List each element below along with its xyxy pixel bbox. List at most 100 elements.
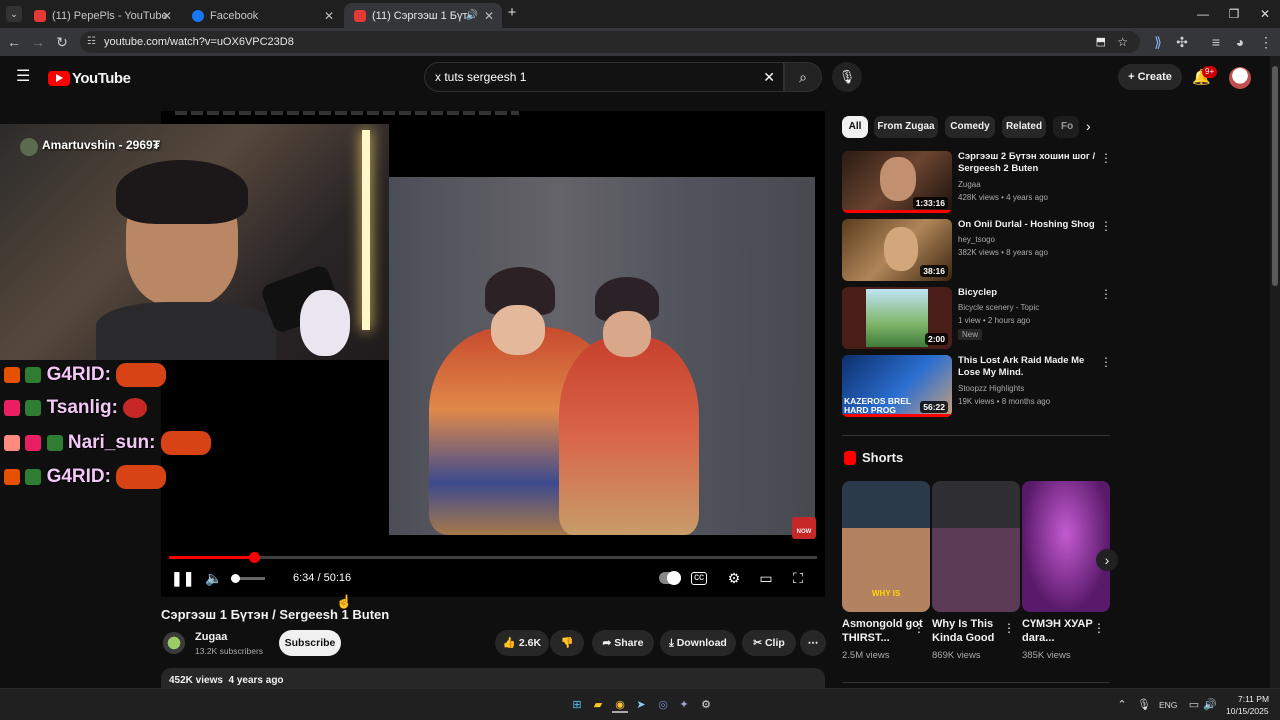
input-language[interactable]: ENG	[1159, 700, 1177, 710]
chip-related[interactable]: Related	[1002, 116, 1046, 138]
chat-badge-icon	[4, 469, 20, 485]
scrollbar-thumb[interactable]	[1272, 66, 1278, 286]
maximize-icon[interactable]: ❐	[1219, 4, 1249, 24]
bookmark-star-icon[interactable]: ☆	[1117, 31, 1128, 53]
short-thumbnail[interactable]	[932, 481, 1020, 612]
install-app-icon[interactable]: ⬒	[1096, 31, 1106, 53]
settings-gear-icon[interactable]: ⚙	[723, 567, 745, 589]
theater-mode-icon[interactable]: ▭	[755, 567, 777, 589]
clip-label: Clip	[764, 637, 785, 649]
more-vert-icon[interactable]: ⋮	[1100, 355, 1112, 369]
chip-all[interactable]: All	[842, 116, 868, 138]
reading-list-icon[interactable]: ≡	[1206, 32, 1226, 52]
new-tab-button[interactable]: +	[504, 5, 520, 21]
chevron-right-icon[interactable]: ›	[1086, 118, 1102, 136]
autoplay-toggle[interactable]	[659, 571, 681, 585]
shorts-next-button[interactable]: ›	[1096, 549, 1118, 571]
video-thumbnail: 1:33:16	[842, 151, 952, 213]
volume-icon[interactable]: 🔈	[203, 567, 225, 589]
download-button[interactable]: ⤓ Download	[660, 630, 736, 656]
like-button[interactable]: 👍 2.6K	[495, 630, 549, 656]
chat-emote-icon	[116, 363, 167, 387]
chip-fo[interactable]: Fo	[1053, 116, 1079, 138]
chrome-icon[interactable]: ◉	[612, 697, 628, 713]
subscribe-button[interactable]: Subscribe	[279, 630, 341, 656]
share-button[interactable]: ➦ Share	[592, 630, 654, 656]
steam-icon[interactable]: ➤	[633, 697, 649, 713]
chip-from-zugaa[interactable]: From Zugaa	[874, 116, 938, 138]
download-icon: ⤓	[669, 637, 677, 649]
clip-button[interactable]: ✂ Clip	[742, 630, 796, 656]
browser-tab-pepepls[interactable]: (11) PepePls - YouTube ✕	[24, 3, 180, 28]
volume-slider[interactable]	[231, 574, 265, 583]
create-button[interactable]: + Create	[1118, 64, 1182, 90]
chat-badge-icon	[4, 435, 20, 451]
clock-time[interactable]: 7:11 PM	[1238, 694, 1269, 704]
file-explorer-icon[interactable]: ▰	[590, 697, 606, 713]
page-scrollbar[interactable]	[1270, 56, 1280, 688]
duration-badge: 38:16	[920, 265, 948, 277]
chat-badge-icon	[25, 399, 42, 416]
recommendation-item[interactable]: 1:33:16 Сэргээш 2 Бүтэн хошин шог / Serg…	[842, 151, 1112, 215]
search-button[interactable]: ⌕	[784, 62, 822, 92]
close-icon[interactable]: ✕	[484, 9, 494, 23]
short-thumbnail[interactable]: WHY IS	[842, 481, 930, 612]
browser-tab-facebook[interactable]: Facebook ✕	[182, 3, 342, 28]
browser-tab-sergeesh[interactable]: (11) Сэргээш 1 Бүтэн / Serg 🔊 ✕	[344, 3, 502, 28]
windows-start-icon[interactable]: ⊞	[569, 697, 585, 713]
short-thumbnail[interactable]	[1022, 481, 1110, 612]
hamburger-menu-icon[interactable]: ☰	[16, 68, 34, 86]
subtitles-cc-icon[interactable]: cc	[691, 572, 707, 585]
volume-knob[interactable]	[231, 574, 240, 583]
recommendation-item[interactable]: KAZEROS BREL HARD PROG 56:22 This Lost A…	[842, 355, 1112, 419]
recommendation-item[interactable]: 2:00 Bicyclep Bicycle scenery - Topic 1 …	[842, 287, 1112, 351]
recommendation-item[interactable]: 38:16 On Onii Durlal - Hoshing Shog hey_…	[842, 219, 1112, 283]
fullscreen-icon[interactable]: ⛶	[787, 567, 809, 589]
avatar[interactable]	[1229, 67, 1251, 89]
dancer-right	[559, 337, 699, 535]
dislike-button[interactable]: 👎	[550, 630, 584, 656]
profile-icon[interactable]: ◕	[1230, 32, 1250, 52]
close-icon[interactable]: ✕	[324, 9, 334, 23]
app-icon[interactable]: ✦	[676, 697, 692, 713]
more-vert-icon[interactable]: ⋮	[1100, 219, 1112, 233]
recommendation-channel: hey_tsogo	[958, 235, 995, 244]
chat-username: Tsanlig:	[46, 397, 118, 418]
tray-overflow-icon[interactable]: ⌃	[1114, 697, 1130, 713]
clock-date[interactable]: 10/15/2025	[1226, 706, 1269, 716]
more-vert-icon[interactable]: ⋮	[1100, 287, 1112, 301]
network-icon[interactable]: ▭	[1186, 697, 1202, 713]
reload-icon[interactable]: ↻	[52, 32, 72, 52]
tab-search-button[interactable]: ⌄	[6, 6, 22, 22]
chip-comedy[interactable]: Comedy	[945, 116, 995, 138]
voice-search-mic-icon[interactable]: 🎙	[832, 62, 862, 92]
more-vert-icon[interactable]: ⋮	[1093, 621, 1105, 635]
tray-mic-icon[interactable]: 🎙	[1136, 697, 1152, 713]
more-vert-icon[interactable]: ⋮	[913, 621, 925, 635]
more-vert-icon[interactable]: ⋮	[1100, 151, 1112, 165]
extension-translate-icon[interactable]: ⟫	[1148, 32, 1168, 52]
settings-icon[interactable]: ⚙	[698, 697, 714, 713]
back-arrow-icon[interactable]: ←	[4, 32, 24, 52]
site-info-icon[interactable]: ☷	[87, 31, 96, 53]
speaker-icon[interactable]: 🔊	[466, 10, 478, 21]
address-bar[interactable]: ☷ youtube.com/watch?v=uOX6VPC23D8 ⬒ ☆	[80, 31, 1140, 53]
volume-tray-icon[interactable]: 🔊	[1202, 697, 1218, 713]
window-close-icon[interactable]: ✕	[1250, 4, 1280, 24]
clear-search-icon[interactable]: ✕	[763, 63, 775, 91]
forward-arrow-icon[interactable]: →	[28, 32, 48, 52]
channel-avatar[interactable]	[163, 632, 185, 654]
chrome-menu-icon[interactable]: ⋮	[1256, 32, 1276, 52]
youtube-logo[interactable]: YouTube	[48, 68, 131, 88]
minimize-icon[interactable]: —	[1188, 4, 1218, 24]
progress-bar[interactable]	[169, 552, 817, 563]
discord-icon[interactable]: ◎	[655, 697, 671, 713]
close-icon[interactable]: ✕	[162, 9, 172, 23]
channel-name[interactable]: Zugaa	[195, 631, 227, 643]
progress-scrubber[interactable]	[248, 552, 260, 563]
search-input[interactable]: x tuts sergeesh 1 ✕	[424, 62, 784, 92]
pause-icon[interactable]: ❚❚	[171, 567, 194, 589]
extensions-puzzle-icon[interactable]: ✣	[1172, 32, 1192, 52]
more-vert-icon[interactable]: ⋮	[1003, 621, 1015, 635]
more-actions-button[interactable]: ⋯	[800, 630, 826, 656]
